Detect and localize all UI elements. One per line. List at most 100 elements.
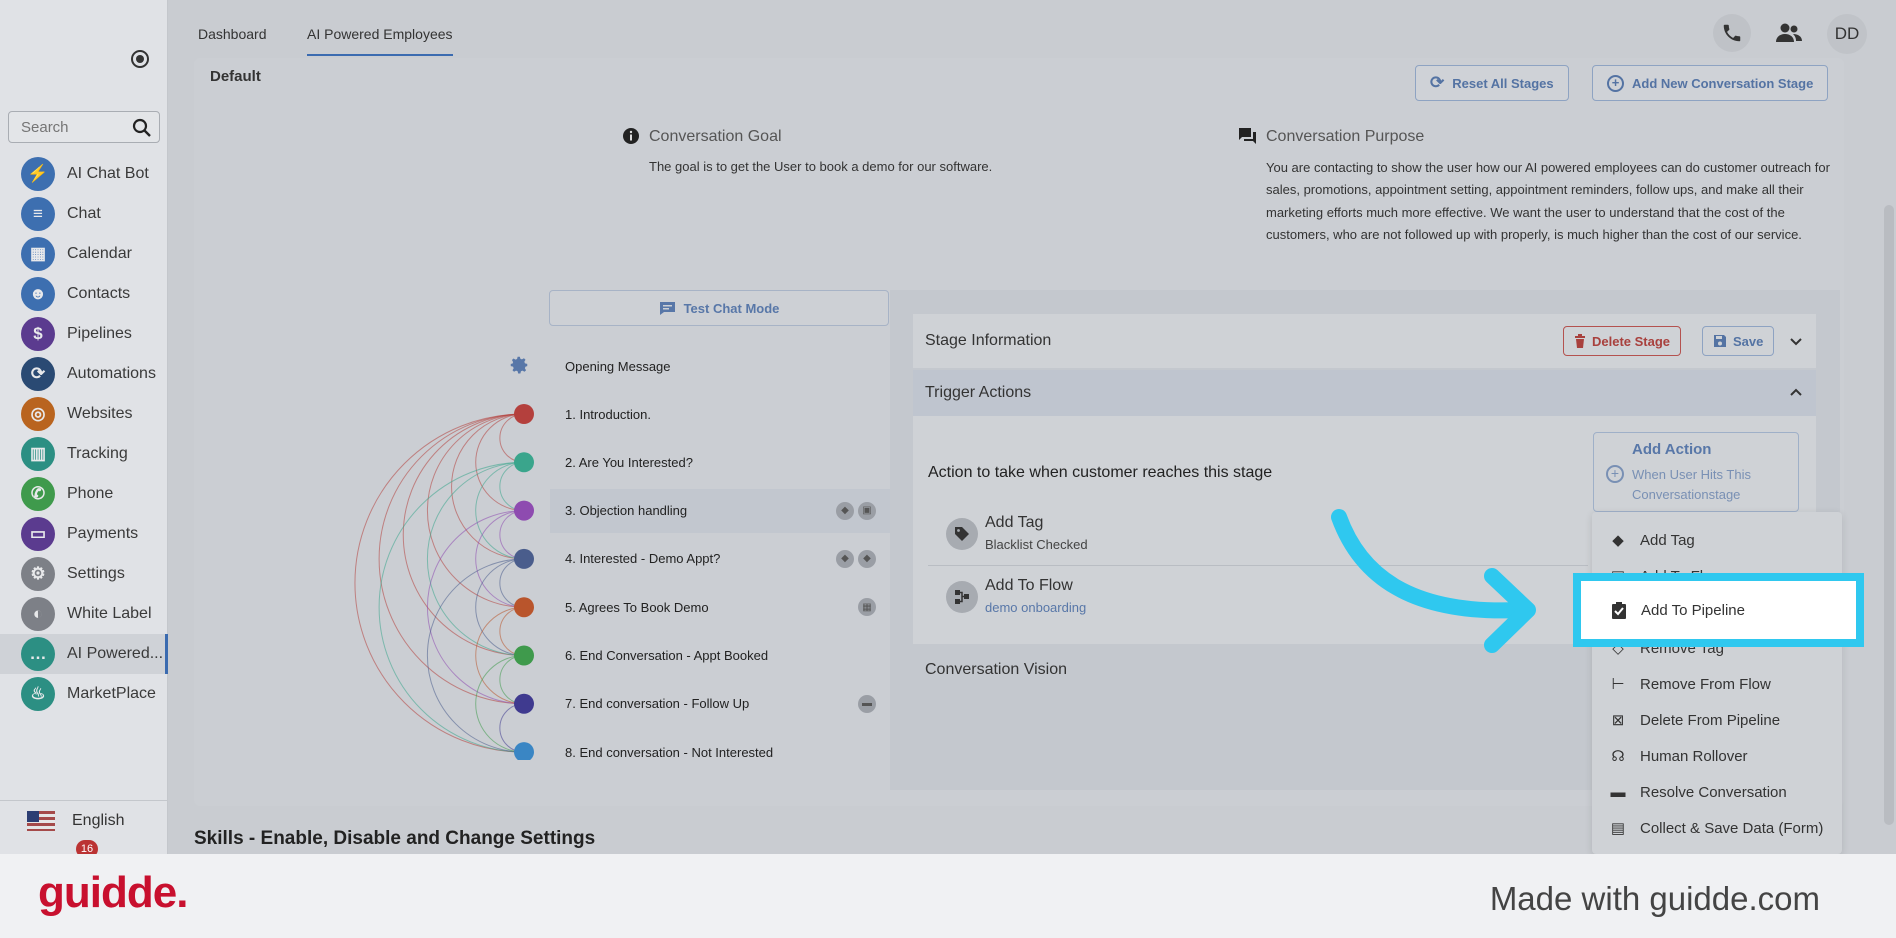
stage-row[interactable]: 6. End Conversation - Appt Booked: [550, 634, 890, 678]
sidebar-item-ai-powered[interactable]: … AI Powered...: [0, 634, 168, 674]
flow-icon: [946, 581, 978, 613]
avatar[interactable]: DD: [1827, 14, 1867, 54]
dropdown-item-label: Add Tag: [1640, 531, 1695, 549]
clipboard-check-icon: [1611, 601, 1627, 619]
stage-label: 5. Agrees To Book Demo: [565, 599, 709, 615]
sidebar-item-contacts[interactable]: ☻ Contacts: [0, 274, 168, 314]
stage-node[interactable]: [514, 500, 534, 521]
chat-icon: [659, 301, 675, 315]
record-icon[interactable]: [131, 50, 149, 68]
action-subtitle: Blacklist Checked: [985, 537, 1088, 552]
stage-row[interactable]: 3. Objection handling ◆ ▣: [550, 488, 890, 533]
stage-label: 1. Introduction.: [565, 406, 651, 422]
sidebar-item-label: Calendar: [67, 245, 132, 262]
dropdown-item-human-rollover[interactable]: ☊ Human Rollover: [1592, 738, 1842, 774]
sidebar: ⚡ AI Chat Bot ≡ Chat ▦ Calendar ☻ Contacts $ Pipe…: [0, 0, 168, 854]
action-prompt-text: Action to take when customer reaches thi…: [928, 464, 1273, 481]
stage-node[interactable]: [514, 742, 534, 760]
stage-row[interactable]: 7. End conversation - Follow Up ▬: [550, 682, 890, 726]
add-new-conversation-stage-button[interactable]: + Add New Conversation Stage: [1592, 65, 1829, 101]
automation-icon: ⟳: [21, 357, 55, 391]
sidebar-item-label: White Label: [67, 605, 152, 622]
sidebar-item-ai-chat-bot[interactable]: ⚡ AI Chat Bot: [0, 154, 168, 194]
gear-icon: ⚙: [21, 557, 55, 591]
dropdown-item-collect-save-data-form[interactable]: ▤ Collect & Save Data (Form): [1592, 810, 1842, 846]
reset-all-stages-button[interactable]: ⟳ Reset All Stages: [1415, 65, 1569, 101]
stage-row[interactable]: 5. Agrees To Book Demo ▦: [550, 585, 890, 629]
test-chat-mode-label: Test Chat Mode: [683, 300, 780, 316]
tutorial-arrow-icon: [1331, 509, 1536, 653]
top-bar: Dashboard AI Powered Employees: [168, 0, 1896, 60]
sidebar-item-tracking[interactable]: ▥ Tracking: [0, 434, 168, 474]
dropdown-item-add-tag[interactable]: ◆ Add Tag: [1592, 522, 1842, 558]
stage-node[interactable]: [514, 404, 534, 424]
stage-node[interactable]: [514, 548, 534, 569]
save-label: Save: [1733, 333, 1764, 349]
stage-node[interactable]: [514, 645, 534, 666]
conversation-goal-text: The goal is to get the User to book a de…: [649, 159, 993, 174]
ai-chat-icon: …: [21, 637, 55, 671]
sidebar-item-automations[interactable]: ⟳ Automations: [0, 354, 168, 394]
conversation-vision-title[interactable]: Conversation Vision: [925, 661, 1067, 679]
phone-icon[interactable]: [1713, 14, 1751, 52]
refresh-icon: ⟳: [1430, 73, 1445, 92]
marketplace-icon: ♨: [21, 677, 55, 711]
tag-icon: ◆: [858, 549, 876, 568]
chevron-down-icon[interactable]: [1788, 333, 1804, 349]
contacts-icon: ☻: [21, 277, 55, 311]
tab-dashboard[interactable]: Dashboard: [198, 26, 267, 42]
plus-circle-icon: +: [1606, 465, 1624, 483]
stage-node[interactable]: [514, 597, 534, 618]
stage-label: 2. Are You Interested?: [565, 454, 693, 470]
sidebar-item-label: AI Chat Bot: [67, 165, 149, 182]
sidebar-item-phone[interactable]: ✆ Phone: [0, 474, 168, 514]
stage-row[interactable]: 1. Introduction.: [550, 392, 890, 436]
stage-row[interactable]: 2. Are You Interested?: [550, 440, 890, 484]
dropdown-item-label: Add To Pipeline: [1641, 601, 1745, 619]
delete-stage-label: Delete Stage: [1592, 333, 1671, 349]
search-input[interactable]: [21, 119, 131, 136]
sidebar-item-marketplace[interactable]: ♨ MarketPlace: [0, 674, 168, 714]
sidebar-item-calendar[interactable]: ▦ Calendar: [0, 234, 168, 274]
tab-ai-powered-employees[interactable]: AI Powered Employees: [307, 26, 453, 56]
stage-node[interactable]: [514, 693, 534, 714]
conversation-goal-title: Conversation Goal: [649, 128, 782, 145]
stage-row[interactable]: 4. Interested - Demo Appt? ◆ ◆: [550, 537, 890, 581]
sidebar-item-white-label[interactable]: ◐ White Label: [0, 594, 168, 634]
stage-node[interactable]: [514, 452, 534, 473]
scrollbar[interactable]: [1884, 205, 1894, 825]
opening-message-row[interactable]: Opening Message: [550, 344, 890, 388]
tag-icon: [946, 518, 978, 550]
test-chat-mode-button[interactable]: Test Chat Mode: [549, 290, 889, 326]
sidebar-item-settings[interactable]: ⚙ Settings: [0, 554, 168, 594]
floppy-icon: [1714, 335, 1726, 347]
dropdown-item-add-to-pipeline-highlighted[interactable]: Add To Pipeline: [1573, 573, 1864, 647]
search-icon[interactable]: [132, 118, 152, 138]
search-box[interactable]: [8, 111, 160, 143]
trigger-actions-header[interactable]: [913, 370, 1816, 416]
dropdown-item-delete-from-pipeline[interactable]: ⊠ Delete From Pipeline: [1592, 702, 1842, 738]
chevron-up-icon[interactable]: [1788, 384, 1804, 400]
users-icon[interactable]: [1770, 14, 1808, 52]
us-flag-icon: [27, 810, 55, 831]
dropdown-item-remove-from-flow[interactable]: ⊢ Remove From Flow: [1592, 666, 1842, 702]
delete-stage-button[interactable]: Delete Stage: [1563, 326, 1682, 356]
dropdown-item-resolve-conversation[interactable]: ▬ Resolve Conversation: [1592, 774, 1842, 810]
add-action-button[interactable]: Add Action + When User Hits This Convers…: [1593, 432, 1799, 512]
flow-remove-icon: ⊢: [1611, 676, 1625, 693]
stage-label: 8. End conversation - Not Interested: [565, 744, 774, 760]
stage-label: 3. Objection handling: [565, 503, 688, 519]
payments-icon: ▭: [21, 517, 55, 551]
plus-circle-icon: +: [1607, 74, 1624, 92]
action-subtitle-link[interactable]: demo onboarding: [985, 600, 1086, 615]
sidebar-item-chat[interactable]: ≡ Chat: [0, 194, 168, 234]
sidebar-item-pipelines[interactable]: $ Pipelines: [0, 314, 168, 354]
stage-action-badges: ▬: [858, 694, 876, 713]
forum-icon: [1239, 128, 1256, 144]
language-selector[interactable]: English: [0, 800, 168, 840]
stage-row[interactable]: 8. End conversation - Not Interested: [550, 730, 890, 774]
sidebar-item-payments[interactable]: ▭ Payments: [0, 514, 168, 554]
sidebar-item-websites[interactable]: ◎ Websites: [0, 394, 168, 434]
add-action-subtitle: When User Hits This Conversationstage: [1632, 467, 1751, 502]
save-button[interactable]: Save: [1702, 326, 1775, 356]
